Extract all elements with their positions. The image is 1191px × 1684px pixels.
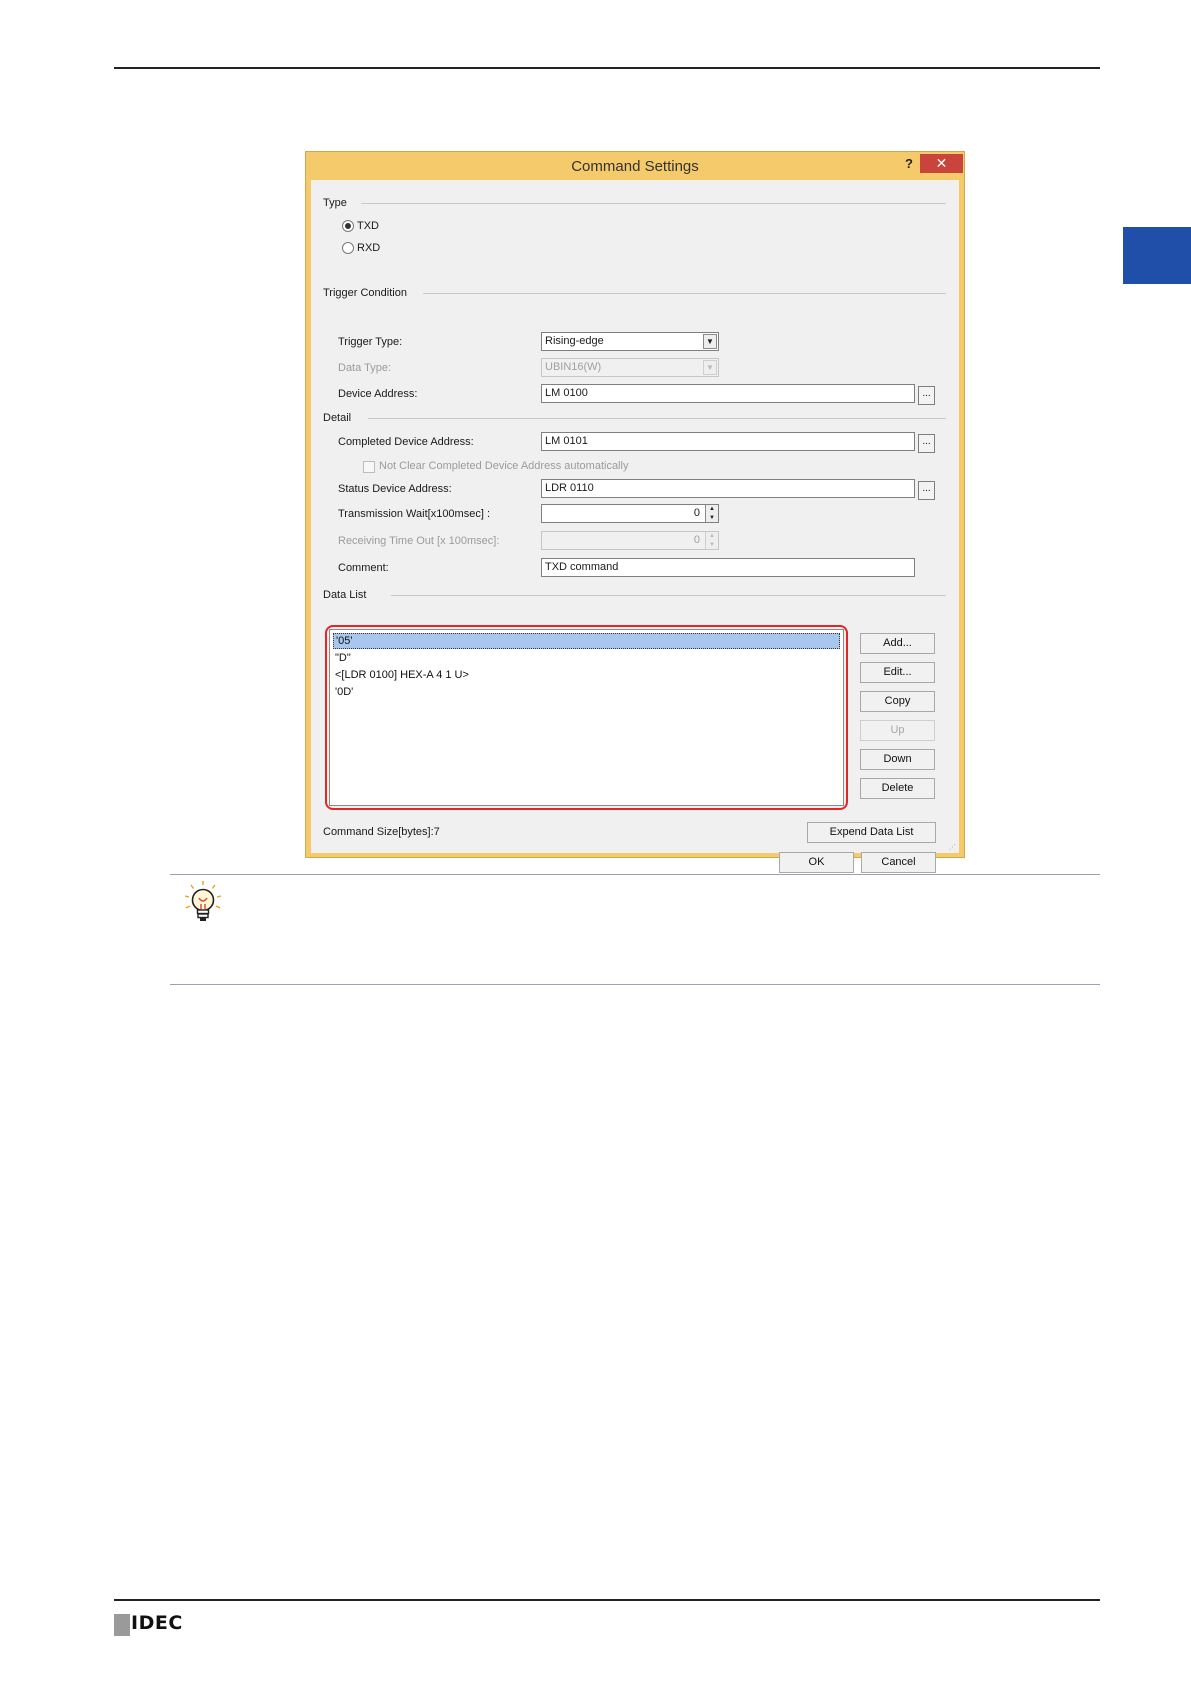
receiving-timeout-input: 0 ▲ ▼	[541, 531, 719, 550]
transmission-wait-label: Transmission Wait[x100msec] :	[338, 508, 491, 520]
chevron-down-icon: ▼	[703, 360, 717, 375]
detail-group-label: Detail	[323, 412, 352, 424]
data-list-group-label: Data List	[323, 589, 367, 601]
trigger-group-label: Trigger Condition	[323, 287, 407, 299]
close-button[interactable]: ✕	[920, 154, 963, 173]
expend-data-list-button[interactable]: Expend Data List	[807, 822, 936, 843]
command-settings-dialog: Command Settings ? ✕ Type TXD RXD Trigge…	[305, 151, 965, 873]
rxd-radio-label[interactable]: RXD	[357, 242, 380, 254]
arrow-up-icon: ▲	[709, 533, 715, 539]
trigger-type-label: Trigger Type:	[338, 336, 403, 348]
txd-radio-label[interactable]: TXD	[357, 220, 379, 232]
footer-rule	[114, 1599, 1100, 1601]
list-item[interactable]: "D"	[333, 650, 840, 666]
tip-bottom-rule	[170, 984, 1100, 985]
data-type-value: UBIN16(W)	[545, 361, 602, 373]
type-group-label: Type	[323, 197, 347, 209]
delete-button[interactable]: Delete	[860, 778, 935, 799]
comment-label: Comment:	[338, 562, 389, 574]
arrow-up-icon[interactable]: ▲	[706, 505, 718, 514]
status-device-address-browse-button[interactable]: ...	[918, 481, 935, 500]
transmission-wait-input[interactable]: 0 ▲ ▼	[541, 504, 719, 523]
receiving-timeout-label: Receiving Time Out [x 100msec]:	[338, 535, 500, 547]
txd-radio[interactable]	[342, 220, 354, 232]
add-button[interactable]: Add...	[860, 633, 935, 654]
transmission-wait-value: 0	[693, 507, 700, 519]
data-type-select: UBIN16(W) ▼	[541, 358, 719, 377]
copy-button[interactable]: Copy	[860, 691, 935, 712]
data-list-group-line	[391, 595, 946, 596]
receiving-timeout-value: 0	[693, 534, 700, 546]
device-address-input[interactable]: LM 0100	[541, 384, 915, 403]
list-item[interactable]: <[LDR 0100] HEX-A 4 1 U>	[333, 667, 840, 683]
command-size-label: Command Size[bytes]:7	[323, 826, 440, 838]
logo-mark	[114, 1614, 130, 1636]
help-button[interactable]: ?	[898, 155, 920, 173]
down-button[interactable]: Down	[860, 749, 935, 770]
ok-button[interactable]: OK	[779, 852, 854, 873]
data-list[interactable]: '05' "D" <[LDR 0100] HEX-A 4 1 U> '0D'	[329, 629, 844, 806]
completed-device-address-label: Completed Device Address:	[338, 436, 474, 448]
list-item[interactable]: '0D'	[333, 684, 840, 700]
device-address-browse-button[interactable]: ...	[918, 386, 935, 405]
data-type-label: Data Type:	[338, 362, 391, 374]
detail-group-line	[368, 418, 946, 419]
device-address-label: Device Address:	[338, 388, 418, 400]
status-device-address-label: Status Device Address:	[338, 483, 452, 495]
rxd-radio[interactable]	[342, 242, 354, 254]
tip-top-rule	[170, 874, 1100, 875]
trigger-type-select[interactable]: Rising-edge ▼	[541, 332, 719, 351]
dialog-title: Command Settings	[571, 158, 699, 175]
arrow-down-icon[interactable]: ▼	[706, 514, 718, 523]
edit-button[interactable]: Edit...	[860, 662, 935, 683]
up-button: Up	[860, 720, 935, 741]
cancel-button[interactable]: Cancel	[861, 852, 936, 873]
list-item[interactable]: '05'	[333, 633, 840, 649]
transmission-wait-spinner[interactable]: ▲ ▼	[705, 505, 718, 523]
idec-logo: IDEC	[114, 1612, 184, 1636]
chapter-tab	[1123, 227, 1191, 284]
logo-text: IDEC	[131, 1612, 183, 1634]
type-group-line	[361, 203, 946, 204]
comment-input[interactable]: TXD command	[541, 558, 915, 577]
completed-device-address-browse-button[interactable]: ...	[918, 434, 935, 453]
header-rule	[114, 67, 1100, 69]
not-clear-checkbox-label: Not Clear Completed Device Address autom…	[379, 460, 629, 472]
resize-grip-icon[interactable]: ⋰	[949, 843, 957, 851]
trigger-group-line	[423, 293, 946, 294]
dialog-titlebar[interactable]: Command Settings ? ✕	[306, 152, 964, 180]
chevron-down-icon[interactable]: ▼	[703, 334, 717, 349]
dialog-client: Type TXD RXD Trigger Condition Trigger T…	[311, 180, 959, 873]
not-clear-checkbox	[363, 461, 375, 473]
completed-device-address-input[interactable]: LM 0101	[541, 432, 915, 451]
lightbulb-icon	[184, 881, 222, 921]
receiving-timeout-spinner: ▲ ▼	[705, 532, 718, 549]
trigger-type-value: Rising-edge	[545, 335, 604, 347]
arrow-down-icon: ▼	[709, 541, 715, 548]
status-device-address-input[interactable]: LDR 0110	[541, 479, 915, 498]
